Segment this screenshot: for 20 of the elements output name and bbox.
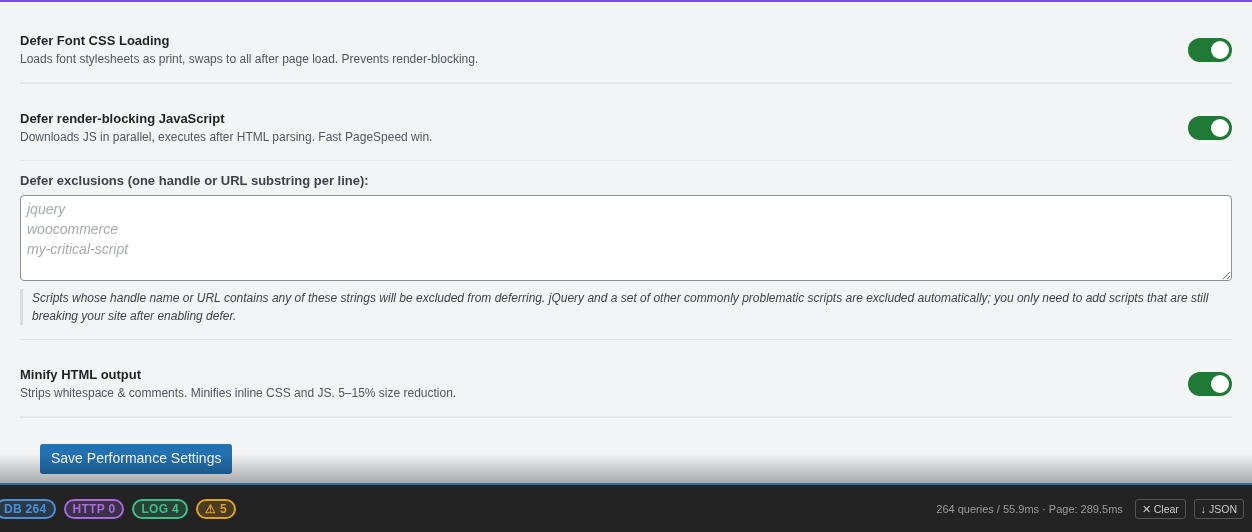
setting-title: Minify HTML output bbox=[20, 366, 143, 383]
setting-description: Downloads JS in parallel, executes after HTML parsing. Fast PageSpeed win. bbox=[20, 129, 433, 146]
setting-title: Defer render-blocking JavaScript bbox=[20, 110, 226, 127]
setting-description: Loads font stylesheets as print, swaps to all after page load. Prevents render-blocking. bbox=[20, 51, 479, 68]
save-button[interactable]: Save Performance Settings bbox=[40, 444, 233, 474]
status-badge[interactable]: HTTP 0 bbox=[63, 498, 125, 519]
toggle-switch[interactable] bbox=[1188, 372, 1232, 396]
exclusions-field[interactable]: jquery woocommerce my-critical-script bbox=[20, 195, 1232, 281]
timing-summary: 264 queries / 55.9ms · Page: 289.5ms bbox=[936, 502, 1123, 515]
field-label: Defer exclusions (one handle or URL substring per line): bbox=[20, 173, 370, 188]
setting-title: Defer Font CSS Loading bbox=[20, 32, 171, 49]
setting-description: Strips whitespace & comments. Minifies inline CSS and JS. 5–15% size reduction. bbox=[20, 385, 457, 402]
status-badge[interactable]: LOG 4 bbox=[132, 498, 188, 519]
toggle-switch[interactable] bbox=[1188, 38, 1232, 62]
bar-button[interactable]: ✕ Clear bbox=[1134, 498, 1186, 519]
status-badge[interactable]: ⚠ 5 bbox=[196, 498, 236, 519]
help-note: Scripts whose handle name or URL contains any of these strings will be excluded from deferring. jQuery and a set of other commonly problematic scripts are excluded automatically; you only need to add scripts that are still breaking your site after enabling defer. bbox=[20, 289, 1232, 325]
bar-button[interactable]: ↓ JSON bbox=[1193, 498, 1244, 519]
status-badge[interactable]: DB 264 bbox=[0, 498, 56, 519]
toggle-switch[interactable] bbox=[1188, 116, 1232, 140]
